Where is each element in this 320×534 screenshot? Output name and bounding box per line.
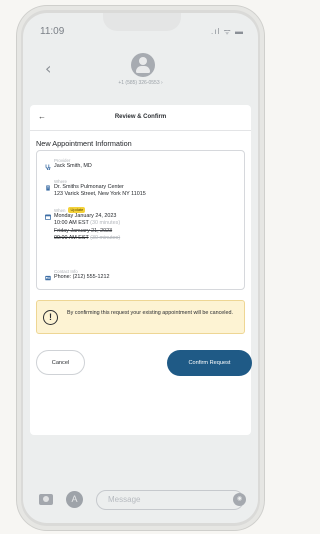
new-time: 10:00 AM EST [54, 220, 89, 227]
section-title: New Appointment Information [36, 139, 132, 148]
message-compose-bar: A Message ◉ [23, 490, 258, 520]
contact-phone: Phone: (212) 555-1212 [54, 274, 110, 280]
message-input[interactable]: Message [96, 490, 244, 510]
old-time-row: 09:00 AM EST (30 minutes) [45, 235, 120, 242]
audio-record-icon[interactable]: ◉ [233, 493, 246, 506]
location-name: Dr. Smiths Pulmonary Center [54, 184, 124, 190]
old-time: 09:00 AM EST [54, 235, 89, 242]
old-date: Friday January 21, 2023 [54, 227, 113, 234]
calendar-icon [45, 214, 51, 220]
contact-field: Contact Info Phone: (212) 555-1212 [45, 268, 109, 281]
alert-message: By confirming this request your existing… [67, 310, 233, 316]
contact-card-icon [45, 275, 51, 281]
building-icon [46, 185, 50, 191]
status-time: 11:09 [40, 26, 65, 37]
messages-header: ‹ +1 (585) 326-0553 › [23, 49, 258, 99]
provider-name: Jack Smith, MD [54, 163, 92, 169]
phone-screen: 11:09 .ıl ᯤ ▬ ‹ +1 (585) 326-0553 › ← Re… [23, 13, 258, 523]
status-badge: Update [68, 207, 86, 213]
appointment-info-card: Provider Jack Smith, MD Where Dr. Smiths… [36, 150, 245, 290]
stethoscope-icon [45, 164, 51, 170]
where-field: Where Dr. Smiths Pulmonary Center 123 Va… [45, 178, 146, 199]
sheet-header: ← Review & Confirm [30, 105, 251, 131]
review-confirm-sheet: ← Review & Confirm New Appointment Infor… [30, 105, 252, 435]
app-store-icon[interactable]: A [66, 491, 83, 508]
camera-icon[interactable] [39, 494, 53, 505]
when-label-text: When [54, 207, 66, 213]
new-time-row: 10:00 AM EST (30 minutes) [45, 220, 120, 227]
warning-icon: ! [43, 310, 58, 325]
location-address: 123 Varick Street, New York NY 11015 [54, 191, 146, 198]
signal-wifi-battery-icon: .ıl ᯤ ▬ [211, 27, 244, 36]
page-title: Review & Confirm [114, 114, 167, 120]
new-duration: (30 minutes) [90, 220, 121, 227]
chevron-left-icon[interactable]: ‹ [45, 59, 51, 78]
old-duration: (30 minutes) [90, 235, 121, 242]
confirm-request-button[interactable]: Confirm Request [167, 350, 252, 376]
contact-number[interactable]: +1 (585) 326-0553 › [23, 80, 258, 86]
new-date: Monday January 24, 2023 [54, 213, 117, 219]
cancel-button[interactable]: Cancel [36, 350, 85, 375]
when-field: When Update Monday January 24, 2023 10:0… [45, 207, 120, 243]
status-bar: 11:09 .ıl ᯤ ▬ [23, 13, 258, 43]
contact-avatar[interactable] [131, 53, 155, 77]
provider-field: Provider Jack Smith, MD [45, 157, 92, 170]
cancel-warning-alert: ! By confirming this request your existi… [36, 300, 245, 334]
